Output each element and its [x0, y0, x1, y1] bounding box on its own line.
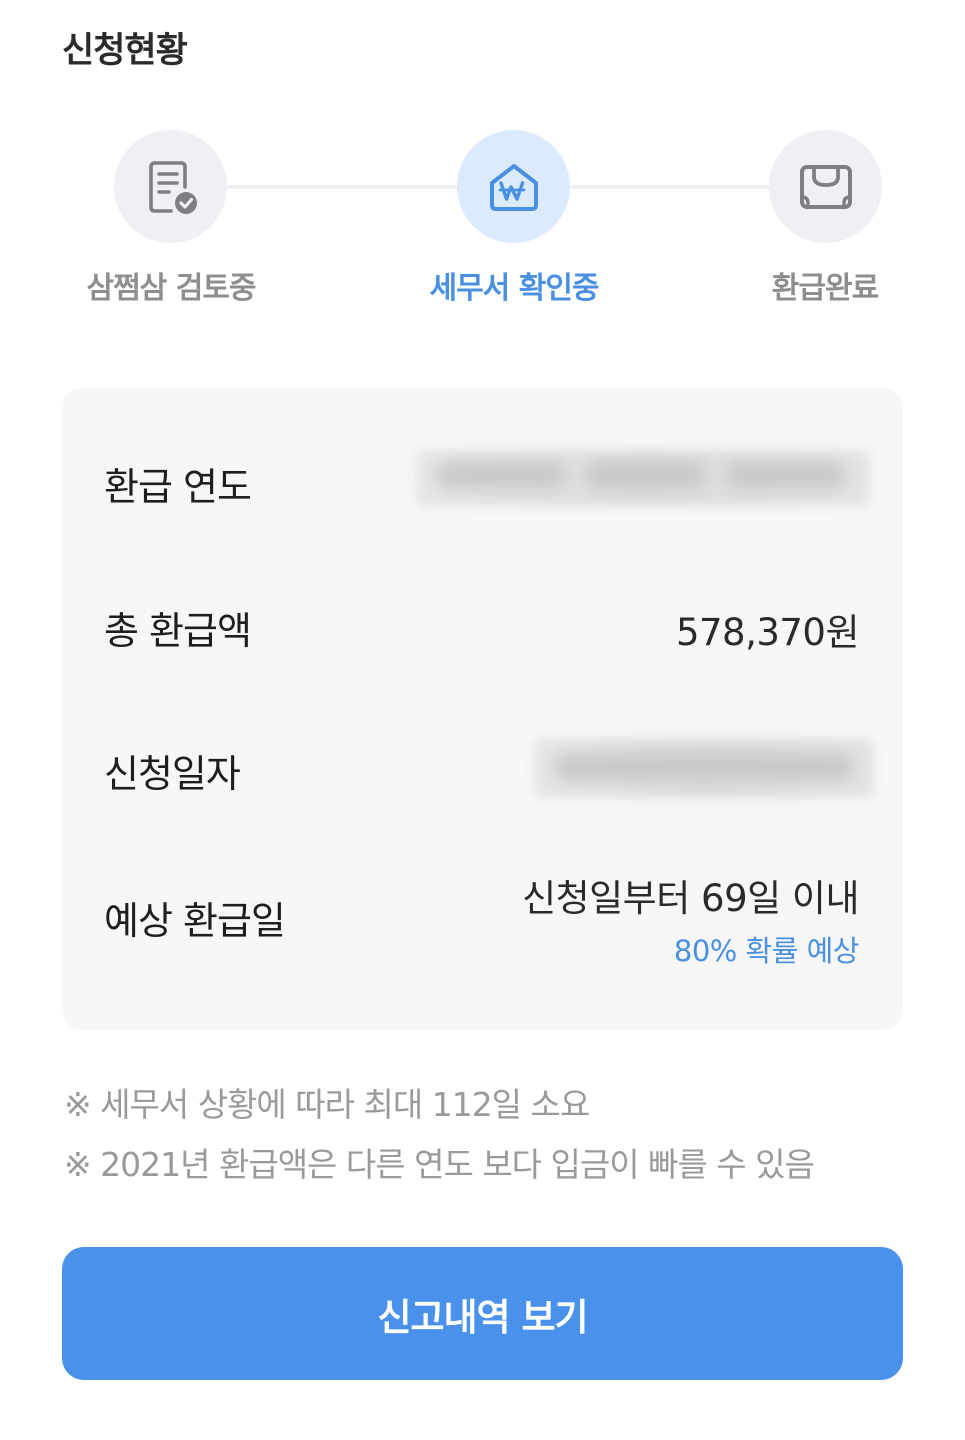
expected-refund-date-value: 신청일부터 69일 이내 [522, 877, 859, 920]
step-complete [769, 130, 882, 243]
refund-year-value-blurred [416, 450, 870, 506]
refund-year-label: 환급 연도 [104, 465, 252, 509]
step-label-tax-office: 세무서 확인중 [429, 271, 599, 306]
refund-info-card: 환급 연도 총 환급액 578,370원 신청일자 예상 환급일 신청일부터 6… [62, 388, 903, 1030]
step-review [114, 130, 227, 243]
step-connector [226, 185, 460, 189]
section-title: 신청현황 [62, 31, 188, 71]
expected-refund-date-label: 예상 환급일 [104, 899, 286, 943]
application-date-value-blurred [534, 738, 874, 798]
note-2021-refund: ※ 2021년 환급액은 다른 연도 보다 입금이 빠를 수 있음 [64, 1145, 815, 1184]
progress-stepper: 삼쩜삼 검토중 세무서 확인중 환급완료 [0, 130, 965, 310]
application-date-label: 신청일자 [104, 752, 241, 796]
money-box-icon [799, 164, 852, 209]
step-tax-office [457, 130, 570, 243]
tax-office-won-icon [489, 163, 538, 211]
document-check-icon [148, 160, 197, 214]
step-connector [569, 185, 771, 189]
view-report-history-button[interactable]: 신고내역 보기 [62, 1247, 903, 1380]
total-refund-label: 총 환급액 [104, 609, 252, 653]
step-label-review: 삼쩜삼 검토중 [86, 271, 256, 306]
note-max-days: ※ 세무서 상황에 따라 최대 112일 소요 [64, 1085, 590, 1124]
step-label-complete: 환급완료 [771, 271, 879, 306]
probability-text: 80% 확률 예상 [673, 934, 860, 968]
total-refund-value: 578,370원 [675, 611, 860, 654]
